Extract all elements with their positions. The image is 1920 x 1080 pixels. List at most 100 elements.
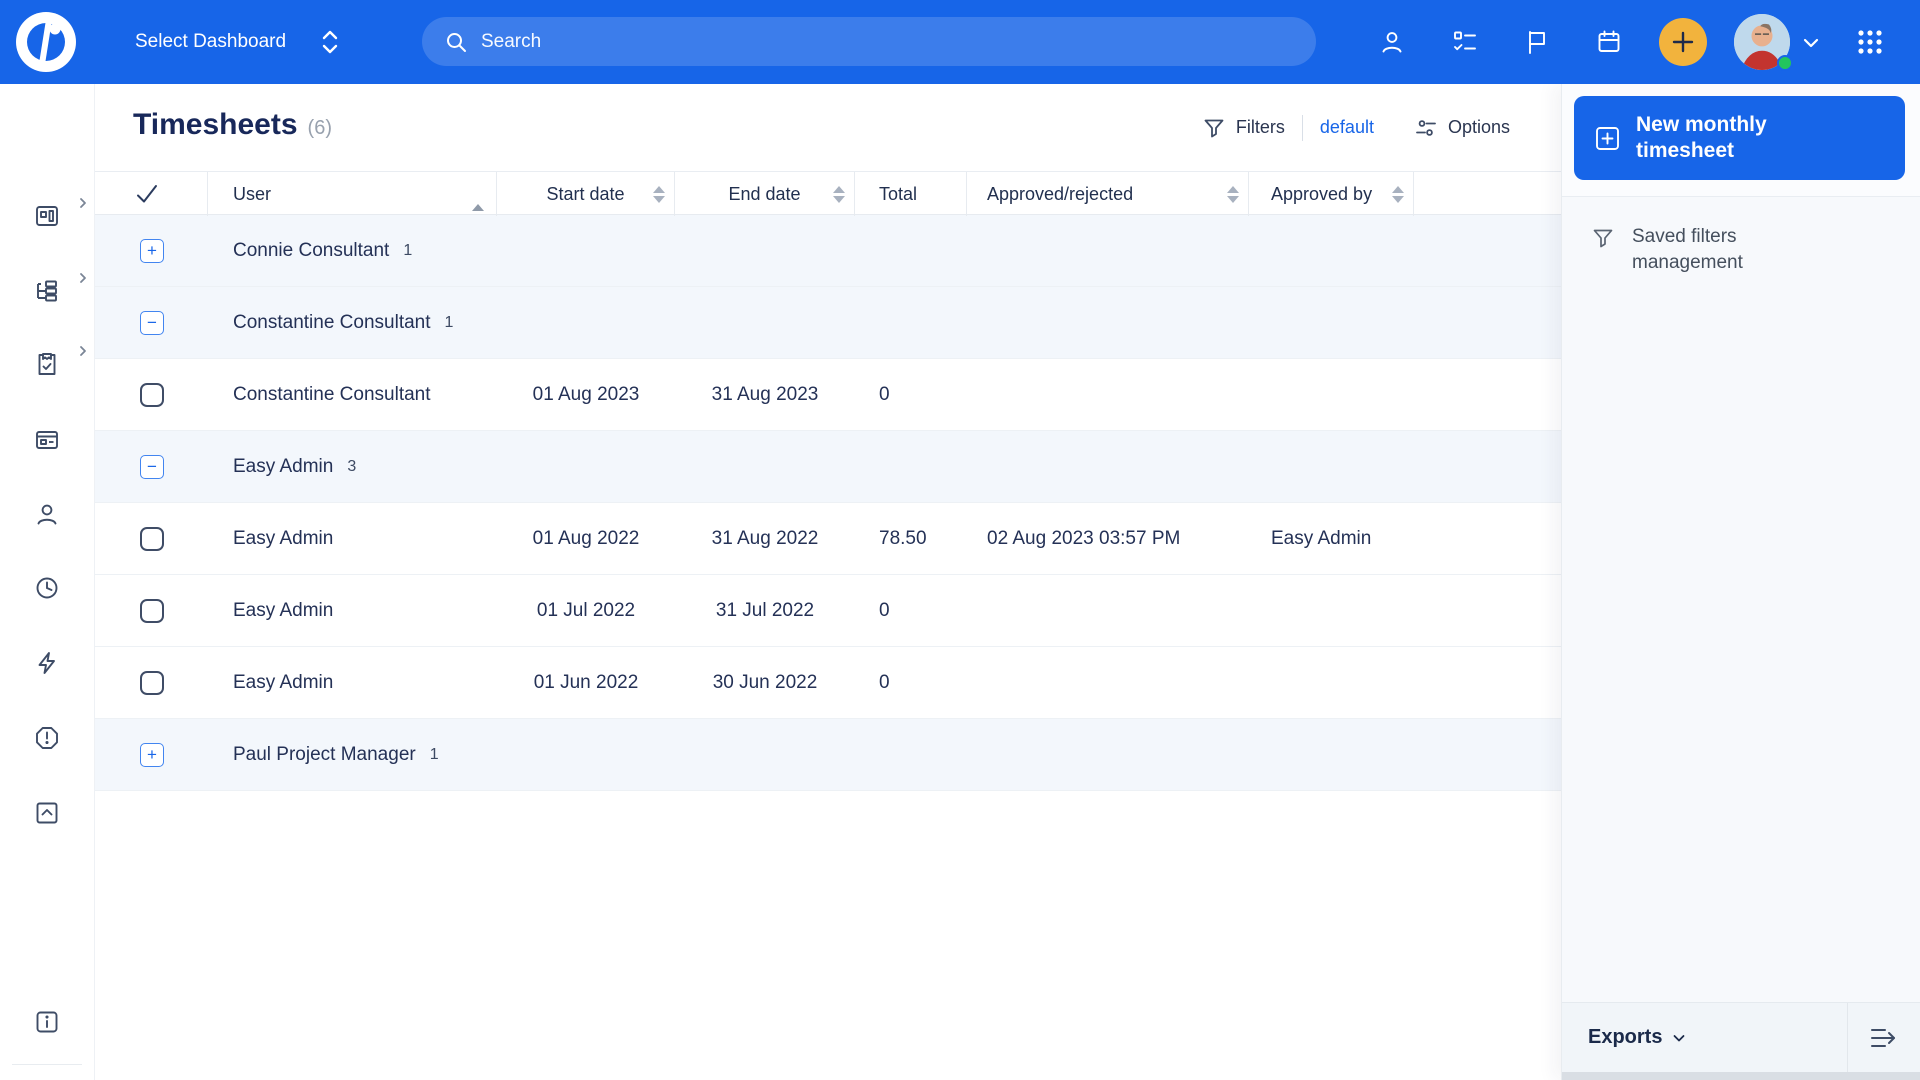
cell-approved-rejected [967, 359, 1249, 430]
exports-bar: Exports [1562, 1002, 1920, 1072]
chevron-down-icon [1803, 38, 1819, 48]
column-header-total[interactable]: Total [855, 172, 967, 216]
row-checkbox[interactable] [140, 598, 164, 623]
sidebar-chevron-projects[interactable] [76, 271, 90, 285]
expand-button[interactable]: + [140, 238, 164, 263]
page-header: Timesheets (6) Filters default Options [95, 84, 1561, 171]
quick-add-button[interactable] [1659, 18, 1707, 66]
options-button[interactable]: Options [1414, 116, 1510, 140]
default-filter-link[interactable]: default [1320, 117, 1374, 138]
check-icon [137, 185, 157, 203]
sliders-icon [1416, 119, 1436, 136]
tasks-button[interactable] [1452, 29, 1478, 55]
calendar-button[interactable] [1596, 29, 1622, 55]
cell-approved-rejected: 02 Aug 2023 03:57 PM [987, 527, 1181, 549]
cell-start-date: 01 Aug 2023 [532, 383, 640, 405]
new-monthly-timesheet-button[interactable]: New monthly timesheet [1574, 96, 1905, 180]
sort-icon [653, 185, 665, 203]
lightning-icon [38, 652, 55, 674]
app-logo-icon[interactable] [14, 10, 78, 74]
column-label: Approved/rejected [987, 183, 1134, 204]
select-all-header[interactable] [95, 172, 208, 216]
table-row[interactable]: Easy Admin 01 Jun 2022 30 Jun 2022 0 [95, 647, 1561, 719]
sidebar-chevron-tasks[interactable] [76, 344, 90, 358]
topbar: Select Dashboard [0, 0, 1920, 84]
table-row-group[interactable]: − Easy Admin 3 [95, 431, 1561, 503]
sidebar-item-time[interactable] [34, 575, 60, 601]
column-header-user[interactable]: User [208, 172, 497, 216]
chevron-right-icon [80, 198, 86, 208]
sidebar-item-users[interactable] [34, 501, 60, 527]
group-count: 1 [444, 313, 454, 331]
cell-approved-rejected [967, 575, 1249, 646]
column-header-approved-by[interactable]: Approved by [1249, 172, 1414, 216]
group-name: Constantine Consultant [233, 311, 431, 333]
sidebar-item-projects[interactable] [34, 278, 60, 304]
user-profile-button[interactable] [1379, 29, 1405, 55]
chevron-right-icon [80, 346, 86, 356]
person-icon [1382, 32, 1402, 53]
sidebar-item-info[interactable] [34, 1009, 60, 1035]
group-count: 1 [403, 241, 413, 259]
cell-user: Easy Admin [233, 671, 334, 693]
calendar-icon [1598, 30, 1620, 52]
row-checkbox[interactable] [140, 670, 164, 695]
account-menu-chevron[interactable] [1800, 32, 1822, 54]
table-row[interactable]: Constantine Consultant 01 Aug 2023 31 Au… [95, 359, 1561, 431]
chevron-down-icon [1674, 1034, 1685, 1041]
column-label: Start date [546, 183, 625, 204]
panel-bottom-strip [1562, 1072, 1920, 1080]
sort-icon [833, 185, 845, 203]
group-cell: Paul Project Manager 1 [208, 744, 1561, 766]
filters-button[interactable]: Filters [1202, 116, 1285, 140]
alert-octagon-icon [36, 727, 58, 749]
select-chevrons-icon [322, 30, 338, 54]
sort-ascending-icon [472, 183, 484, 211]
row-checkbox[interactable] [140, 526, 164, 551]
group-name: Easy Admin [233, 455, 334, 477]
collapse-button[interactable]: − [140, 454, 164, 479]
list-toolbar: Filters default Options [1202, 84, 1510, 171]
table-row-group[interactable]: + Paul Project Manager 1 [95, 719, 1561, 791]
collapse-button[interactable]: − [140, 310, 164, 335]
sidebar-item-upgrade[interactable] [34, 800, 60, 826]
new-button-section: New monthly timesheet [1562, 84, 1920, 197]
column-header-end-date[interactable]: End date [675, 172, 855, 216]
row-checkbox[interactable] [140, 382, 164, 407]
cell-end-date: 30 Jun 2022 [712, 671, 818, 693]
search-input[interactable] [481, 30, 1261, 53]
table-row[interactable]: Easy Admin 01 Aug 2022 31 Aug 2022 78.50… [95, 503, 1561, 575]
sidebar-item-boards[interactable] [34, 427, 60, 453]
sidebar-item-alerts[interactable] [34, 725, 60, 751]
select-dashboard-button[interactable]: Select Dashboard [135, 0, 340, 84]
sidebar-item-dashboards[interactable] [34, 203, 60, 229]
expand-button[interactable]: + [140, 742, 164, 767]
panel-collapse-button[interactable] [1868, 1023, 1900, 1053]
cell-end-date: 31 Jul 2022 [715, 599, 815, 621]
sidebar-item-quick-actions[interactable] [34, 650, 60, 676]
table-row-group[interactable]: − Constantine Consultant 1 [95, 287, 1561, 359]
group-cell: Connie Consultant 1 [208, 240, 1561, 262]
column-header-approved-rejected[interactable]: Approved/rejected [967, 172, 1249, 216]
column-header-start-date[interactable]: Start date [497, 172, 675, 216]
group-count: 3 [347, 457, 357, 475]
cell-total: 0 [879, 599, 890, 621]
saved-filters-management-button[interactable]: Saved filters management [1591, 224, 1817, 275]
cell-total: 0 [879, 383, 890, 405]
sidebar-item-tasks[interactable] [34, 351, 60, 377]
table-row[interactable]: Easy Admin 01 Jul 2022 31 Jul 2022 0 [95, 575, 1561, 647]
group-name: Paul Project Manager [233, 743, 416, 765]
sidebar-chevron-dashboards[interactable] [76, 196, 90, 210]
table-row-group[interactable]: + Connie Consultant 1 [95, 215, 1561, 287]
group-cell: Easy Admin 3 [208, 456, 1561, 478]
main-content: Timesheets (6) Filters default Options U… [95, 84, 1561, 1080]
sidebar-divider [12, 1064, 82, 1065]
exports-button[interactable]: Exports [1588, 1026, 1687, 1049]
cell-user: Easy Admin [233, 527, 334, 549]
apps-menu-button[interactable] [1857, 29, 1883, 55]
search-bar[interactable] [422, 17, 1316, 66]
cell-user: Constantine Consultant [233, 383, 431, 405]
table-header: User Start date End date Total Approved/… [95, 171, 1561, 216]
announcements-button[interactable] [1524, 29, 1550, 55]
user-avatar[interactable] [1734, 14, 1793, 71]
